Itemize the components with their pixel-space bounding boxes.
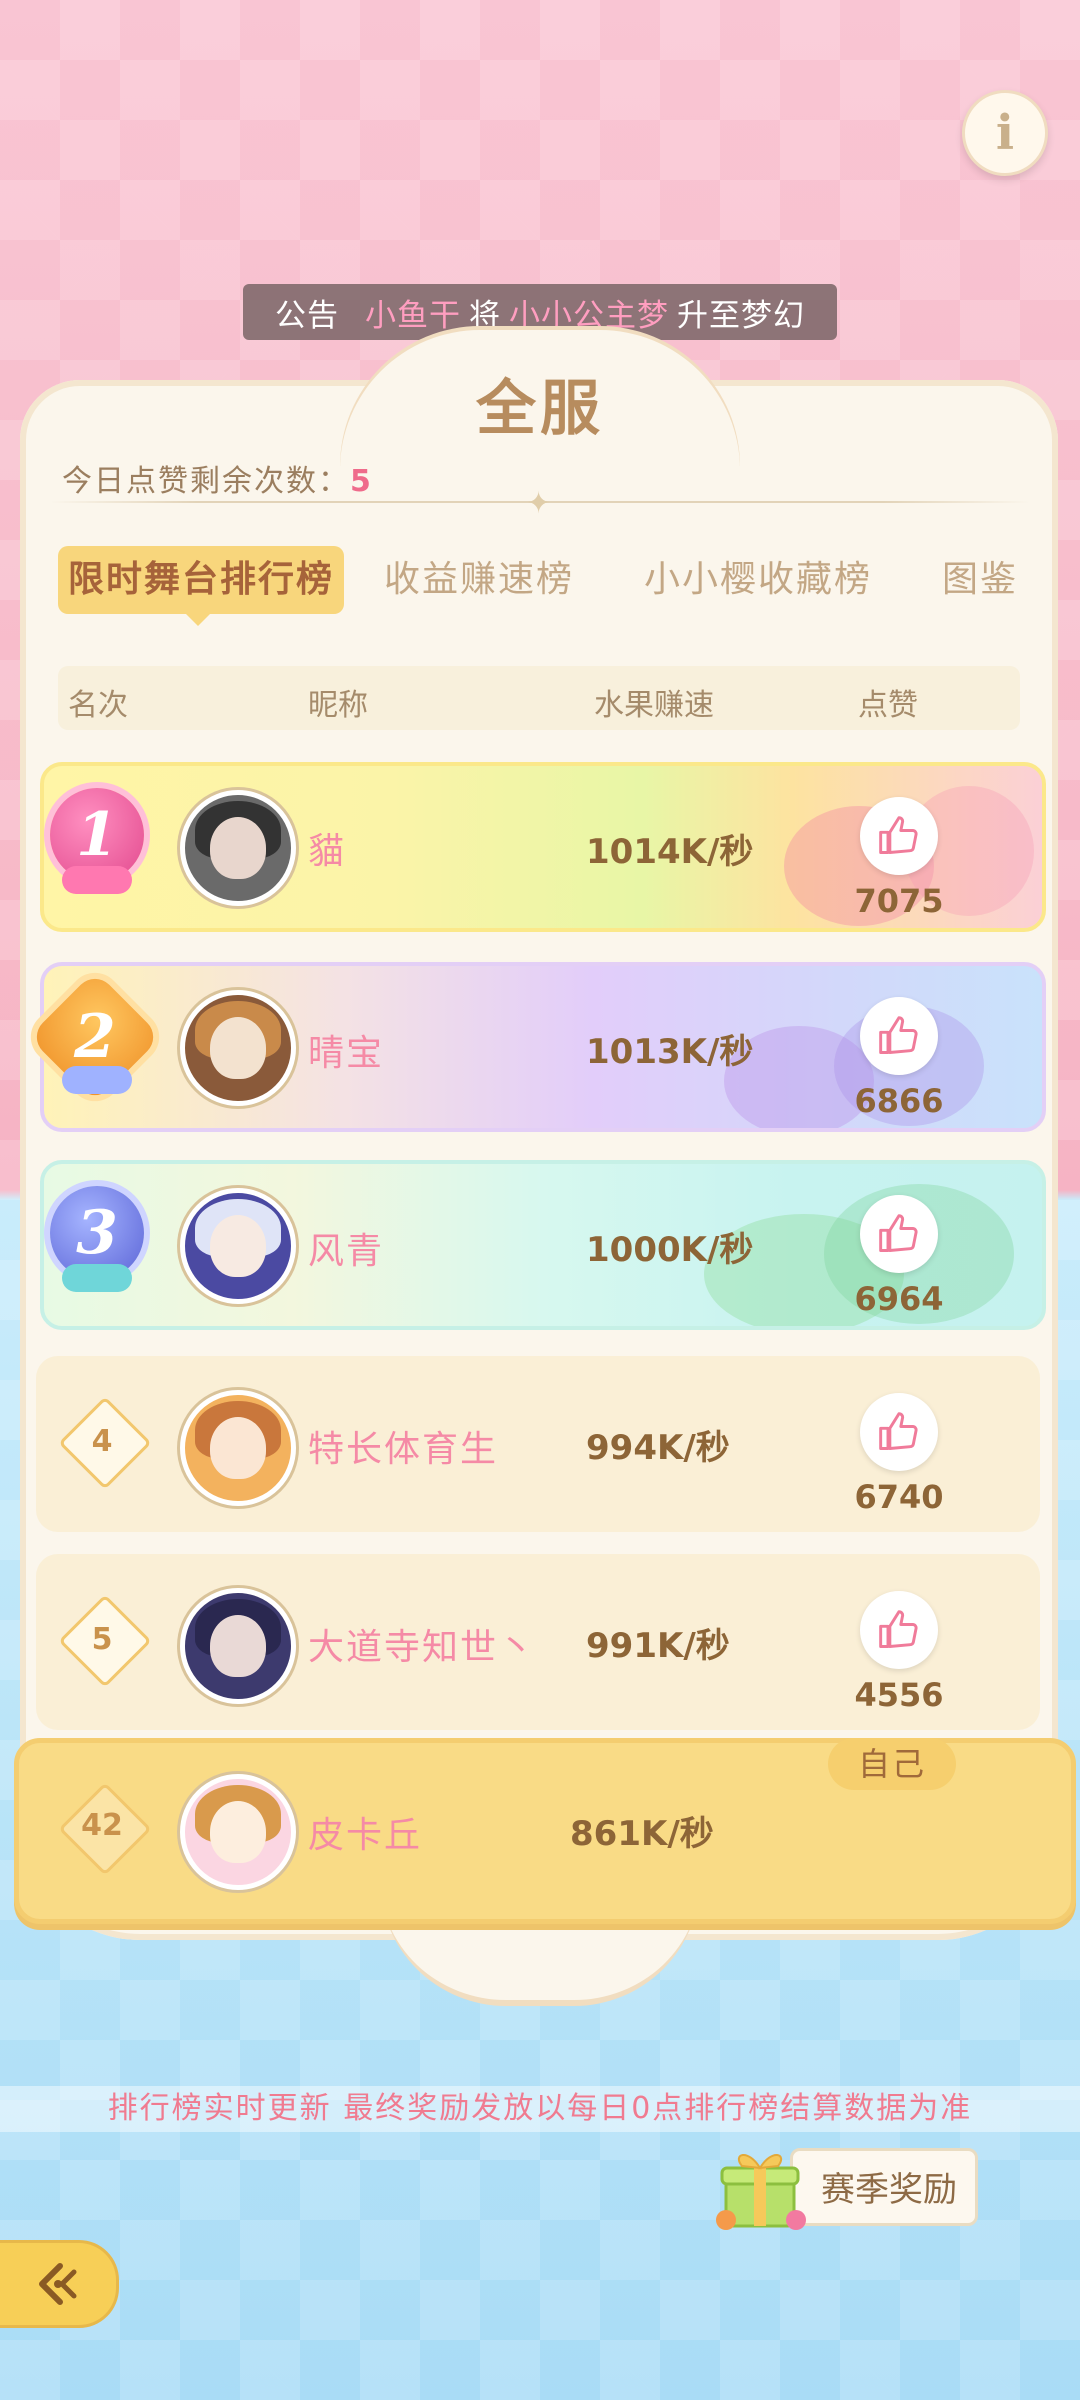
avatar[interactable] (180, 1588, 296, 1704)
self-fruit-speed: 861K/秒 (570, 1814, 714, 1854)
fruit-speed: 994K/秒 (586, 1428, 730, 1468)
like-count: 6866 (854, 1082, 944, 1120)
info-button[interactable]: i (962, 90, 1048, 176)
info-icon: i (995, 105, 1015, 161)
avatar[interactable] (180, 1188, 296, 1304)
player-name[interactable]: 特长体育生 (308, 1420, 498, 1472)
like-button[interactable] (860, 997, 938, 1075)
fruit-speed: 1000K/秒 (586, 1230, 754, 1270)
announcement-user: 小鱼干 (365, 297, 461, 334)
panel-title: 全服 (476, 374, 604, 444)
self-name: 皮卡丘 (308, 1815, 423, 1856)
like-count: 6740 (854, 1478, 944, 1516)
medal-ribbon (62, 866, 132, 894)
gift-box-icon (716, 2154, 806, 2230)
self-rank-number: 42 (81, 1808, 123, 1843)
like-count: 6964 (854, 1280, 944, 1318)
tab-active-pointer (184, 612, 212, 626)
thumbs-up-icon (879, 1412, 918, 1450)
column-speed: 水果赚速 (594, 688, 714, 723)
announcement-label: 公告 (275, 297, 339, 334)
like-button[interactable] (860, 797, 938, 875)
announcement-target: 小小公主梦 (509, 297, 669, 334)
thumbs-up-icon (879, 1610, 918, 1648)
column-rank: 名次 (68, 688, 128, 723)
season-reward-button[interactable]: 赛季奖励 (790, 2148, 978, 2226)
player-name[interactable]: 貓 (308, 822, 346, 874)
tab-earning-speed[interactable]: 收益赚速榜 (384, 546, 574, 614)
tab-bar: 限时舞台排行榜 收益赚速榜 小小樱收藏榜 图鉴 (58, 546, 1028, 614)
avatar[interactable] (180, 1390, 296, 1506)
tab-stage-ranking[interactable]: 限时舞台排行榜 (58, 546, 345, 614)
like-button[interactable] (860, 1195, 938, 1273)
medal-ribbon (62, 1066, 132, 1094)
column-like: 点赞 (858, 688, 918, 723)
fruit-speed: 991K/秒 (586, 1626, 730, 1666)
tab-collection[interactable]: 小小樱收藏榜 (644, 546, 872, 614)
player-name[interactable]: 大道寺知世丶 (308, 1618, 536, 1670)
likes-remaining-label: 今日点赞剩余次数： (62, 464, 350, 499)
like-button[interactable] (860, 1393, 938, 1471)
fruit-speed: 1013K/秒 (586, 1032, 754, 1072)
announcement-result: 升至梦幻 (677, 297, 805, 334)
ranking-update-tip: 排行榜实时更新 最终奖励发放以每日0点排行榜结算数据为准 (0, 2086, 1080, 2132)
rank-number: 4 (91, 1424, 113, 1459)
thumbs-up-icon (879, 1016, 918, 1054)
player-name[interactable]: 风青 (308, 1222, 384, 1274)
like-count: 7075 (854, 882, 944, 920)
avatar[interactable] (180, 990, 296, 1106)
like-button[interactable] (860, 1591, 938, 1669)
medal-ribbon (62, 1264, 132, 1292)
like-count: 4556 (854, 1676, 944, 1714)
back-arrow-icon (39, 2263, 77, 2305)
announcement-verb: 将 (469, 297, 501, 334)
thumbs-up-icon (879, 1214, 918, 1252)
likes-remaining-value: 5 (350, 464, 373, 499)
player-name[interactable]: 晴宝 (308, 1024, 384, 1076)
thumbs-up-icon (879, 816, 918, 854)
column-nickname: 昵称 (308, 688, 368, 723)
back-button[interactable] (0, 2240, 119, 2328)
self-badge: 自己 (828, 1738, 956, 1790)
likes-remaining: 今日点赞剩余次数：5 (62, 456, 373, 500)
avatar[interactable] (180, 790, 296, 906)
fruit-speed: 1014K/秒 (586, 832, 754, 872)
divider-star-icon: ✦ (526, 486, 552, 521)
table-header: 名次 昵称 水果赚速 点赞 (58, 666, 1020, 730)
rank-number: 5 (91, 1622, 113, 1657)
self-avatar[interactable] (180, 1774, 296, 1890)
tab-album[interactable]: 图鉴 (942, 546, 1018, 614)
